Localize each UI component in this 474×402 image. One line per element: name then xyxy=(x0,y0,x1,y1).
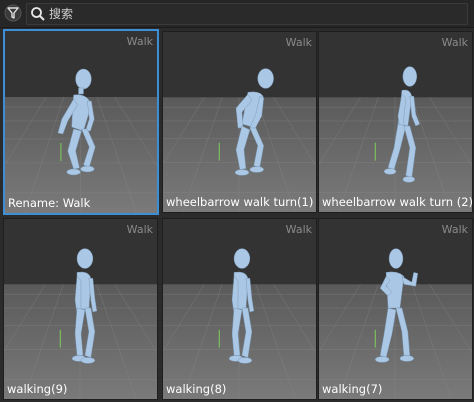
animation-type-tag: Walk xyxy=(126,35,153,48)
filter-button[interactable] xyxy=(3,3,23,23)
animation-preview xyxy=(5,31,157,213)
animation-name[interactable]: walking(7) xyxy=(322,382,382,396)
animation-type-tag: Walk xyxy=(441,223,468,236)
animation-type-tag: Walk xyxy=(285,223,312,236)
toolbar xyxy=(0,0,474,28)
animation-type-tag: Walk xyxy=(441,36,468,49)
animation-card[interactable]: Walk Rename: Walk xyxy=(3,29,159,215)
animation-preview xyxy=(319,219,472,399)
animation-card[interactable]: Walk walking(7) xyxy=(318,218,473,400)
animation-preview xyxy=(163,32,316,212)
animation-type-tag: Walk xyxy=(126,223,153,236)
animation-name[interactable]: Rename: Walk xyxy=(8,196,90,210)
animation-grid: Walk Rename: Walk Walk wheelbarrow walk … xyxy=(0,28,474,402)
search-input[interactable] xyxy=(49,4,459,24)
animation-name[interactable]: walking(8) xyxy=(166,382,226,396)
animation-preview xyxy=(4,219,157,399)
animation-card[interactable]: Walk wheelbarrow walk turn(1) xyxy=(162,31,317,213)
search-field[interactable] xyxy=(26,3,468,25)
animation-name[interactable]: wheelbarrow walk turn (2) xyxy=(322,195,472,209)
search-icon xyxy=(31,7,45,21)
filter-icon xyxy=(4,4,22,22)
animation-card[interactable]: Walk walking(9) xyxy=(3,218,158,400)
animation-preview xyxy=(163,219,316,399)
animation-name[interactable]: walking(9) xyxy=(7,382,67,396)
animation-name[interactable]: wheelbarrow walk turn(1) xyxy=(166,195,313,209)
animation-preview xyxy=(319,32,472,212)
animation-card[interactable]: Walk walking(8) xyxy=(162,218,317,400)
animation-card[interactable]: Walk wheelbarrow walk turn (2) xyxy=(318,31,473,213)
animation-type-tag: Walk xyxy=(285,36,312,49)
